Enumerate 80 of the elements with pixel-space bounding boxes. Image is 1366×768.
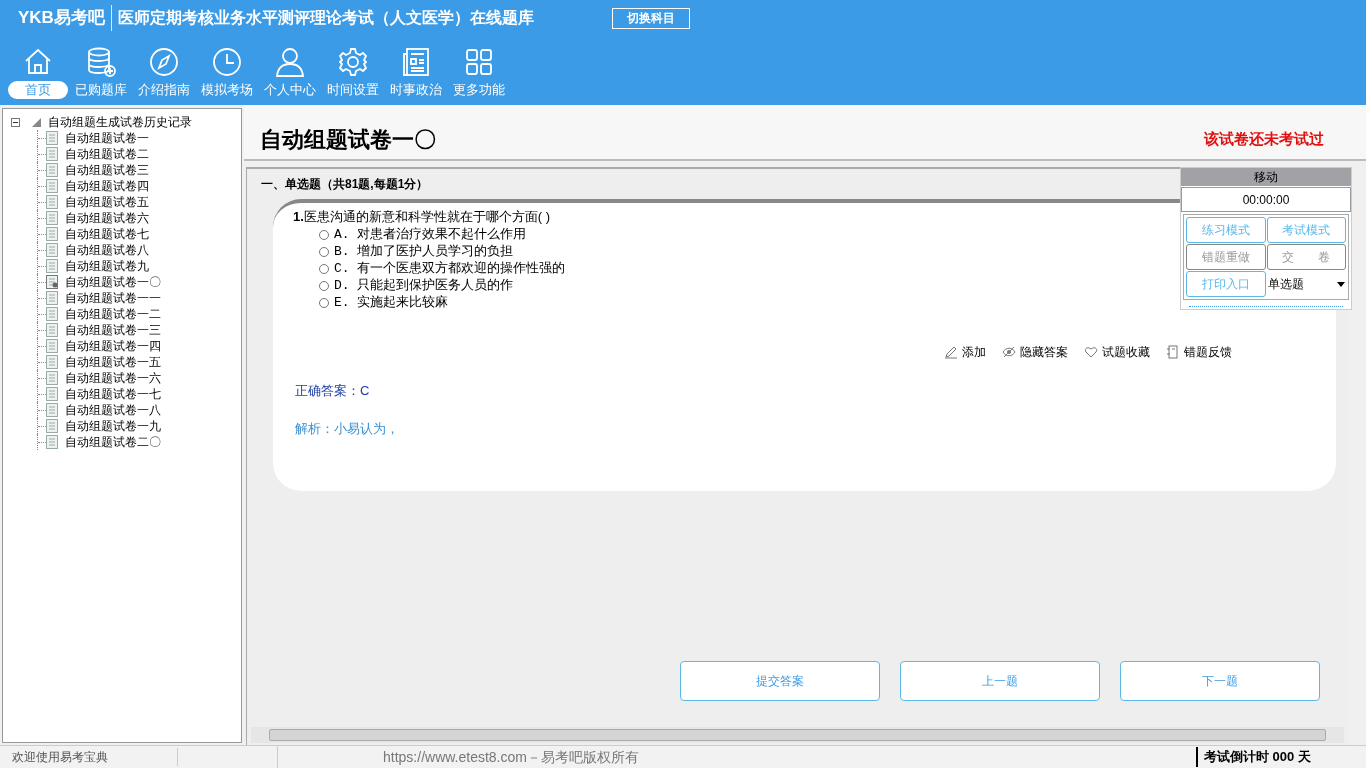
tree-item[interactable]: 自动组题试卷一二	[65, 305, 161, 323]
tree-item[interactable]: 自动组题试卷三	[65, 161, 149, 179]
tree-item[interactable]: 自动组题试卷一六	[65, 369, 161, 387]
copyright-text: https://www.etest8.com－易考吧版权所有	[383, 747, 639, 767]
document-icon	[46, 387, 58, 401]
tree-item[interactable]: 自动组题试卷一三	[65, 321, 161, 339]
tree-item[interactable]: 自动组题试卷一七	[65, 385, 161, 403]
document-icon	[46, 147, 58, 161]
document-icon	[46, 435, 58, 449]
compass-icon	[148, 46, 180, 78]
document-icon	[46, 339, 58, 353]
document-icon	[46, 291, 58, 305]
timer-display: 00:00:00	[1181, 187, 1351, 212]
dropdown-arrow-icon	[1337, 281, 1345, 287]
user-icon	[274, 46, 306, 78]
scrollbar-thumb[interactable]	[269, 729, 1326, 741]
answer-action-button[interactable]: 隐藏答案	[1002, 343, 1068, 361]
document-icon	[46, 259, 58, 273]
document-icon	[46, 371, 58, 385]
app-logo: YKB易考吧	[18, 5, 112, 31]
triangle-icon	[31, 117, 41, 127]
correct-answer: 正确答案：C	[295, 382, 370, 400]
document-icon	[46, 195, 58, 209]
tree-item[interactable]: 自动组题试卷九	[65, 257, 149, 275]
answer-action-button[interactable]: 添加	[944, 343, 986, 361]
exam-countdown: 考试倒计时 000 天	[1196, 747, 1366, 767]
document-icon	[46, 163, 58, 177]
tree-item[interactable]: 自动组题试卷一五	[65, 353, 161, 371]
document-pin-icon	[46, 275, 58, 289]
eye-icon	[1002, 345, 1016, 359]
tree-item[interactable]: 自动组题试卷七	[65, 225, 149, 243]
document-icon	[46, 307, 58, 321]
notebook-icon	[1166, 345, 1180, 359]
grid-icon	[463, 46, 495, 78]
tree-item[interactable]: 自动组题试卷二〇	[65, 433, 161, 451]
app-title: 医师定期考核业务水平测评理论考试（人文医学）在线题库	[116, 8, 534, 28]
document-icon	[46, 227, 58, 241]
option-text: C. 有一个医患双方都欢迎的操作性强的	[334, 260, 566, 278]
question-number: 1.	[293, 208, 304, 226]
option-text: E. 实施起来比较麻	[334, 294, 449, 313]
answer-action-button[interactable]: 错题反馈	[1166, 343, 1232, 361]
tree-item[interactable]: 自动组题试卷八	[65, 241, 149, 259]
answer-action-button[interactable]: 试题收藏	[1084, 343, 1150, 361]
document-icon	[46, 243, 58, 257]
newspaper-icon	[400, 46, 432, 78]
tree-item[interactable]: 自动组题试卷六	[65, 209, 149, 227]
drag-handle[interactable]: 移动	[1181, 168, 1351, 186]
answer-analysis: 解析：小易认为，	[295, 420, 399, 438]
collapse-toggle[interactable]	[11, 117, 20, 127]
database-icon	[85, 46, 117, 78]
paper-title: 自动组题试卷一〇	[260, 126, 436, 154]
heart-icon	[1084, 345, 1098, 359]
tree-item[interactable]: 自动组题试卷一	[65, 129, 149, 147]
document-icon	[46, 131, 58, 145]
tree-item[interactable]: 自动组题试卷一九	[65, 417, 161, 435]
document-icon	[46, 355, 58, 369]
tree-item[interactable]: 自动组题试卷二	[65, 145, 149, 163]
tree-root-label[interactable]: 自动组题生成试卷历史记录	[48, 113, 192, 131]
document-icon	[46, 179, 58, 193]
tree-item[interactable]: 自动组题试卷四	[65, 177, 149, 195]
tree-item[interactable]: 自动组题试卷一〇	[65, 273, 161, 291]
document-icon	[46, 323, 58, 337]
question-text: 医患沟通的新意和科学性就在于哪个方面( )	[303, 208, 551, 226]
document-icon	[46, 403, 58, 417]
welcome-text: 欢迎使用易考宝典	[0, 748, 178, 766]
tree-item[interactable]: 自动组题试卷一八	[65, 401, 161, 419]
exam-status: 该试卷还未考试过	[1204, 128, 1324, 149]
clock-icon	[211, 46, 243, 78]
option-text: D. 只能起到保护医务人员的作	[334, 277, 514, 295]
section-heading: 一、单选题（共81题,每题1分）	[261, 176, 429, 193]
option-text: B. 增加了医护人员学习的负担	[334, 243, 514, 261]
horizontal-scrollbar[interactable]	[251, 727, 1344, 743]
document-icon	[46, 419, 58, 433]
option-text: A. 对患者治疗效果不起什么作用	[334, 226, 527, 244]
pencil-icon	[944, 345, 958, 359]
settings-icon	[337, 46, 369, 78]
tree-item[interactable]: 自动组题试卷一一	[65, 289, 161, 307]
document-icon	[46, 211, 58, 225]
tree-item[interactable]: 自动组题试卷五	[65, 193, 149, 211]
tree-item[interactable]: 自动组题试卷一四	[65, 337, 161, 355]
